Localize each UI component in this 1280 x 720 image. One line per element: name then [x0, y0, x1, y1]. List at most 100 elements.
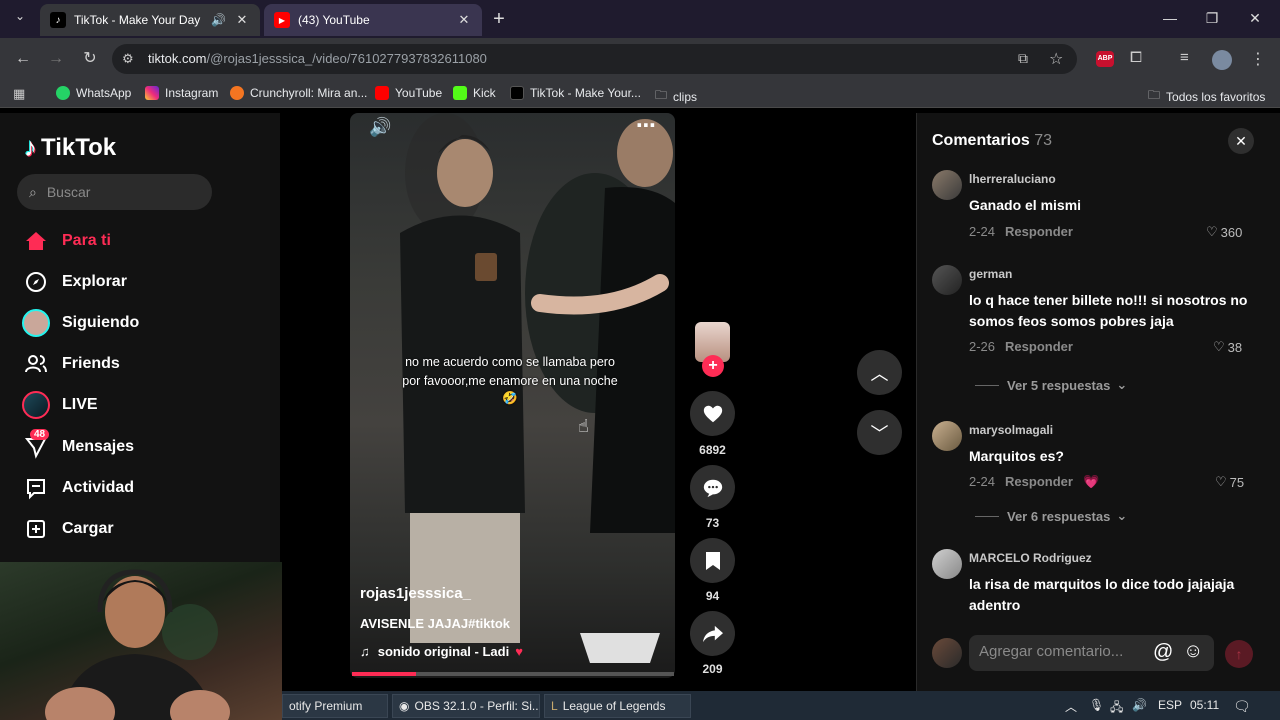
comment-like[interactable]: ♡ 75 [1215, 474, 1244, 490]
extensions-icon[interactable]: ⧠ [1130, 49, 1142, 66]
video-author[interactable]: rojas1jesssica_ [360, 585, 471, 602]
share-button[interactable] [690, 611, 735, 656]
creator-liked-icon: 💗 [1082, 474, 1100, 489]
comment-user[interactable]: MARCELO Rodriguez [969, 551, 1092, 565]
new-tab-button[interactable]: + [487, 7, 511, 31]
sidebar-item-live[interactable]: LIVE [22, 391, 98, 419]
close-window-icon[interactable]: ✕ [1245, 8, 1265, 28]
heart-icon [703, 405, 722, 422]
bookmark-instagram[interactable]: Instagram [145, 86, 218, 100]
avatar[interactable] [932, 170, 962, 200]
reply-button[interactable]: Responder [1005, 224, 1073, 239]
next-video-button[interactable]: ﹀ [857, 410, 902, 455]
taskbar-spotify[interactable]: otify Premium [282, 694, 388, 718]
crunchyroll-icon [230, 86, 244, 100]
share-icon [702, 625, 723, 642]
sidebar-item-para-ti[interactable]: Para ti [22, 227, 111, 255]
bookmark-star-icon[interactable]: ☆ [1049, 49, 1063, 69]
save-button[interactable] [690, 538, 735, 583]
install-app-icon[interactable]: ⧉ [1018, 50, 1028, 67]
sidebar-item-siguiendo[interactable]: Siguiendo [22, 309, 139, 337]
reply-button[interactable]: Responder [1005, 474, 1073, 489]
back-icon[interactable]: ← [12, 48, 34, 70]
mention-icon[interactable]: @ [1153, 641, 1173, 664]
speaker-icon[interactable]: 🔊 [211, 13, 226, 27]
comment-text: Marquitos es? [969, 448, 1064, 464]
bookmark-clips[interactable]: 🗀 clips [655, 86, 697, 107]
view-replies-button[interactable]: Ver 6 respuestas ⌄ [975, 508, 1127, 524]
media-control-icon[interactable]: ≡ [1180, 49, 1189, 66]
close-comments-icon[interactable]: ✕ [1228, 128, 1254, 154]
comment-like[interactable]: ♡ 38 [1213, 339, 1242, 355]
restore-icon[interactable]: ❐ [1202, 8, 1222, 28]
microphone-icon[interactable]: 🎙 [1089, 698, 1104, 712]
chevron-down-icon: ⌄ [1116, 508, 1128, 523]
live-avatar-icon [22, 391, 50, 419]
volume-icon[interactable]: 🔊 [369, 117, 391, 138]
tab-tiktok[interactable]: ♪ TikTok - Make Your Day 🔊 ✕ [40, 4, 260, 36]
minimize-icon[interactable]: — [1160, 8, 1180, 28]
comment-input-placeholder: Agregar comentario... [979, 643, 1124, 660]
sidebar-item-mensajes[interactable]: 48 Mensajes [22, 429, 134, 461]
bookmark-whatsapp[interactable]: WhatsApp [56, 86, 131, 100]
site-info-icon[interactable]: ⚙ [122, 51, 134, 67]
sidebar-item-explorar[interactable]: Explorar [22, 268, 127, 296]
tiktok-note-icon: ♪ [24, 132, 37, 162]
follow-plus-icon[interactable]: + [702, 355, 724, 377]
tiktok-logo[interactable]: ♪ TikTok [24, 132, 116, 163]
search-input[interactable]: ⌕ Buscar [17, 174, 212, 210]
forward-icon[interactable]: → [45, 48, 67, 70]
bookmark-tiktok[interactable]: TikTok - Make Your... [510, 86, 641, 100]
apps-icon[interactable]: ▦ [13, 86, 25, 102]
adblock-icon[interactable]: ABP [1096, 51, 1114, 67]
search-placeholder: Buscar [46, 184, 91, 200]
sidebar-item-actividad[interactable]: Actividad [22, 474, 134, 502]
previous-video-button[interactable]: ︿ [857, 350, 902, 395]
notifications-icon[interactable]: 🗨 [1233, 698, 1251, 715]
profile-avatar[interactable] [1212, 50, 1232, 70]
network-icon[interactable]: 🖧 [1110, 698, 1123, 719]
taskbar-obs[interactable]: ◉ OBS 32.1.0 - Perfil: Si... [392, 694, 540, 718]
video-sound[interactable]: ♫ sonido original - Ladi ♥ [360, 644, 523, 659]
home-icon [22, 227, 50, 255]
url-text[interactable]: tiktok.com/@rojas1jesssica_/video/761027… [148, 51, 487, 66]
sidebar-item-friends[interactable]: Friends [22, 350, 120, 378]
like-button[interactable] [690, 391, 735, 436]
clock[interactable]: 05:11 [1190, 698, 1219, 712]
avatar[interactable] [932, 549, 962, 579]
activity-icon [22, 474, 50, 502]
comment-user[interactable]: german [969, 267, 1012, 281]
view-replies-button[interactable]: Ver 5 respuestas ⌄ [975, 377, 1127, 393]
volume-tray-icon[interactable]: 🔊 [1132, 698, 1147, 712]
comment-user[interactable]: marysolmagali [969, 423, 1053, 437]
comment-button[interactable] [690, 465, 735, 510]
friends-icon [22, 350, 50, 378]
tray-chevron-icon[interactable]: ︿ [1065, 698, 1077, 715]
close-tab-icon[interactable]: ✕ [234, 12, 250, 28]
avatar[interactable] [932, 265, 962, 295]
taskbar-league[interactable]: L League of Legends [544, 694, 691, 718]
avatar[interactable] [932, 421, 962, 451]
kick-icon [453, 86, 467, 100]
comment-like[interactable]: ♡ 360 [1206, 224, 1242, 240]
tab-youtube[interactable]: ▶ (43) YouTube ✕ [264, 4, 482, 36]
reply-button[interactable]: Responder [1005, 339, 1073, 354]
all-bookmarks[interactable]: 🗀 Todos los favoritos [1148, 86, 1265, 107]
bookmark-kick[interactable]: Kick [453, 86, 496, 100]
bookmark-youtube[interactable]: YouTube [375, 86, 442, 100]
comment-user[interactable]: lherreraluciano [969, 172, 1056, 186]
menu-icon[interactable]: ⋮ [1250, 49, 1266, 69]
reload-icon[interactable]: ↻ [79, 48, 101, 70]
comment-input[interactable]: Agregar comentario... [969, 635, 1214, 671]
emoji-icon[interactable]: ☺ [1183, 640, 1203, 663]
tab-search-button[interactable]: ⌄ [10, 9, 30, 29]
close-tab-icon[interactable]: ✕ [456, 12, 472, 28]
more-options-icon[interactable]: ⋯ [636, 113, 656, 138]
send-comment-button[interactable]: ↑ [1225, 640, 1253, 668]
sound-label: sonido original - Ladi [377, 644, 510, 659]
bookmark-crunchyroll[interactable]: Crunchyroll: Mira an... [230, 86, 367, 100]
share-count: 209 [702, 662, 723, 676]
video-progress-bar[interactable] [352, 672, 674, 676]
sidebar-item-cargar[interactable]: Cargar [22, 515, 114, 543]
language-indicator[interactable]: ESP [1158, 698, 1182, 712]
